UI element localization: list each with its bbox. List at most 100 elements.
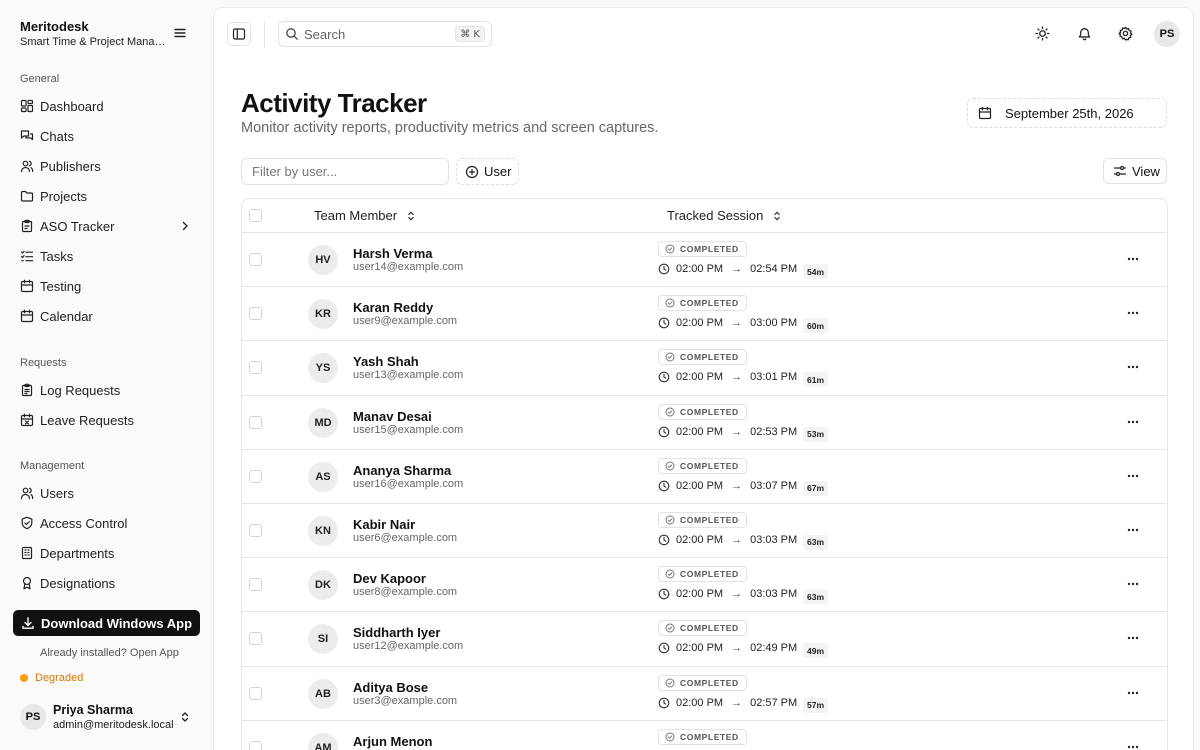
- row-checkbox[interactable]: [249, 307, 262, 321]
- table-row[interactable]: YS Yash Shah user13@example.com COMPLETE…: [242, 341, 1167, 396]
- row-actions-button[interactable]: [1122, 629, 1144, 647]
- sidebar-item-calendar[interactable]: Calendar: [14, 303, 200, 329]
- activity-table: Team Member Tracked Session HV Harsh Ver…: [241, 198, 1168, 750]
- select-all-checkbox[interactable]: [249, 209, 262, 222]
- notifications-button[interactable]: [1072, 21, 1096, 45]
- sort-tracked-session-button[interactable]: Tracked Session: [667, 208, 783, 223]
- sidebar-item-log-requests[interactable]: Log Requests: [14, 377, 200, 403]
- session-start: 02:00 PM: [676, 425, 724, 438]
- table-row[interactable]: AB Aditya Bose user3@example.com COMPLET…: [242, 667, 1167, 721]
- open-app-link[interactable]: Open App: [130, 647, 179, 659]
- sort-team-member-button[interactable]: Team Member: [314, 208, 417, 223]
- session-time: 02:00 PM → 03:01 PM: [658, 371, 797, 383]
- table-row[interactable]: AS Ananya Sharma user16@example.com COMP…: [242, 450, 1167, 504]
- more-horizontal-icon: [1127, 257, 1139, 261]
- sidebar-item-chats[interactable]: Chats: [14, 123, 200, 149]
- sidebar-item-designations[interactable]: Designations: [14, 570, 200, 596]
- table-row[interactable]: HV Harsh Verma user14@example.com COMPLE…: [242, 233, 1167, 288]
- row-checkbox[interactable]: [249, 253, 262, 266]
- session-start: 02:00 PM: [676, 317, 724, 330]
- date-picker[interactable]: September 25th, 2026: [967, 98, 1167, 128]
- sidebar-item-testing[interactable]: Testing: [14, 273, 200, 299]
- sidebar-item-tasks[interactable]: Tasks: [14, 243, 200, 269]
- sidebar-item-label: Log Requests: [40, 382, 121, 398]
- sidebar-item-dashboard[interactable]: Dashboard: [14, 93, 200, 119]
- sidebar-item-users[interactable]: Users: [14, 480, 200, 506]
- brand: Meritodesk Smart Time & Project Manageme…: [20, 19, 170, 48]
- status-badge: COMPLETED: [658, 728, 747, 745]
- member-email: user12@example.com: [353, 640, 464, 653]
- row-actions-button[interactable]: [1122, 521, 1144, 539]
- duration-badge: 57m: [803, 697, 829, 713]
- already-installed-text: Already installed? Open App: [40, 647, 179, 659]
- calendar-icon: [20, 309, 34, 323]
- menu-toggle-button[interactable]: [172, 25, 188, 41]
- row-actions-button[interactable]: [1122, 575, 1144, 593]
- row-checkbox[interactable]: [249, 578, 262, 592]
- row-actions-button[interactable]: [1122, 467, 1144, 485]
- folder-icon: [20, 190, 34, 202]
- filter-by-user-input[interactable]: [241, 158, 449, 185]
- search-input[interactable]: [304, 26, 454, 42]
- session-time: 02:00 PM → 02:53 PM: [658, 426, 797, 438]
- sidebar-item-departments[interactable]: Departments: [14, 540, 200, 566]
- sidebar-item-projects[interactable]: Projects: [14, 183, 200, 209]
- status-badge: COMPLETED: [658, 620, 747, 637]
- sidebar-item-leave-requests[interactable]: Leave Requests: [14, 407, 200, 433]
- table-row[interactable]: KR Karan Reddy user9@example.com COMPLET…: [242, 287, 1167, 342]
- session-time: 02:00 PM → 02:57 PM: [658, 697, 797, 709]
- session-end: 03:00 PM: [750, 317, 798, 330]
- clock-icon: [658, 480, 670, 492]
- row-checkbox[interactable]: [249, 686, 262, 700]
- clock-icon: [658, 263, 670, 275]
- row-checkbox[interactable]: [249, 415, 262, 429]
- row-checkbox[interactable]: [249, 361, 262, 375]
- row-actions-button[interactable]: [1122, 358, 1144, 376]
- status-badge: COMPLETED: [658, 403, 747, 420]
- download-windows-app-button[interactable]: Download Windows App: [13, 610, 200, 636]
- settings-button[interactable]: [1113, 21, 1137, 45]
- table-row[interactable]: KN Kabir Nair user6@example.com COMPLETE…: [242, 504, 1167, 559]
- session-end: 02:53 PM: [750, 425, 798, 438]
- toggle-sidebar-button[interactable]: [227, 22, 251, 46]
- panel-left-icon: [232, 28, 246, 40]
- row-actions-button[interactable]: [1122, 684, 1144, 702]
- member-name: Arjun Menon: [353, 733, 433, 749]
- session-end: 02:54 PM: [750, 263, 798, 275]
- clock-icon: [658, 697, 670, 708]
- table-row[interactable]: SI Siddharth Iyer user12@example.com COM…: [242, 612, 1167, 667]
- row-checkbox[interactable]: [249, 632, 262, 646]
- row-checkbox[interactable]: [249, 469, 262, 483]
- plus-circle-icon: [465, 165, 479, 178]
- row-actions-button[interactable]: [1122, 413, 1144, 431]
- column-header-tracked-session: Tracked Session: [667, 208, 764, 223]
- sidebar-item-aso-tracker[interactable]: ASO Tracker: [14, 213, 200, 239]
- sidebar-item-access-control[interactable]: Access Control: [14, 510, 200, 536]
- current-user-menu[interactable]: PS Priya Sharma admin@meritodesk.local: [13, 698, 200, 736]
- clipboard-icon: [21, 219, 33, 233]
- status-label: COMPLETED: [680, 352, 739, 363]
- theme-toggle-button[interactable]: [1030, 21, 1054, 45]
- row-actions-button[interactable]: [1122, 304, 1144, 322]
- sidebar-item-publishers[interactable]: Publishers: [14, 153, 200, 179]
- view-options-button[interactable]: View: [1103, 158, 1167, 184]
- row-actions-button[interactable]: [1122, 738, 1144, 750]
- check-circle-icon: [665, 732, 675, 742]
- more-horizontal-icon: [1127, 582, 1139, 586]
- table-row[interactable]: MD Manav Desai user15@example.com COMPLE…: [242, 396, 1167, 450]
- status-badge: COMPLETED: [658, 457, 747, 474]
- table-row[interactable]: DK Dev Kapoor user8@example.com COMPLETE…: [242, 558, 1167, 613]
- row-checkbox[interactable]: [249, 740, 262, 750]
- member-name: Karan Reddy: [353, 300, 434, 316]
- user-filter-button[interactable]: User: [456, 158, 519, 185]
- award-icon: [22, 576, 32, 590]
- row-checkbox[interactable]: [249, 523, 262, 537]
- user-avatar-button[interactable]: PS: [1154, 21, 1180, 47]
- session-start: 02:00 PM: [676, 479, 724, 492]
- status-label: COMPLETED: [680, 244, 739, 254]
- row-actions-button[interactable]: [1122, 250, 1144, 268]
- search-box[interactable]: ⌘ K: [278, 21, 492, 47]
- chevron-right-icon: [182, 221, 188, 231]
- table-row[interactable]: AM Arjun Menon user7@example.com COMPLET…: [242, 721, 1167, 750]
- member-avatar: DK: [308, 570, 338, 601]
